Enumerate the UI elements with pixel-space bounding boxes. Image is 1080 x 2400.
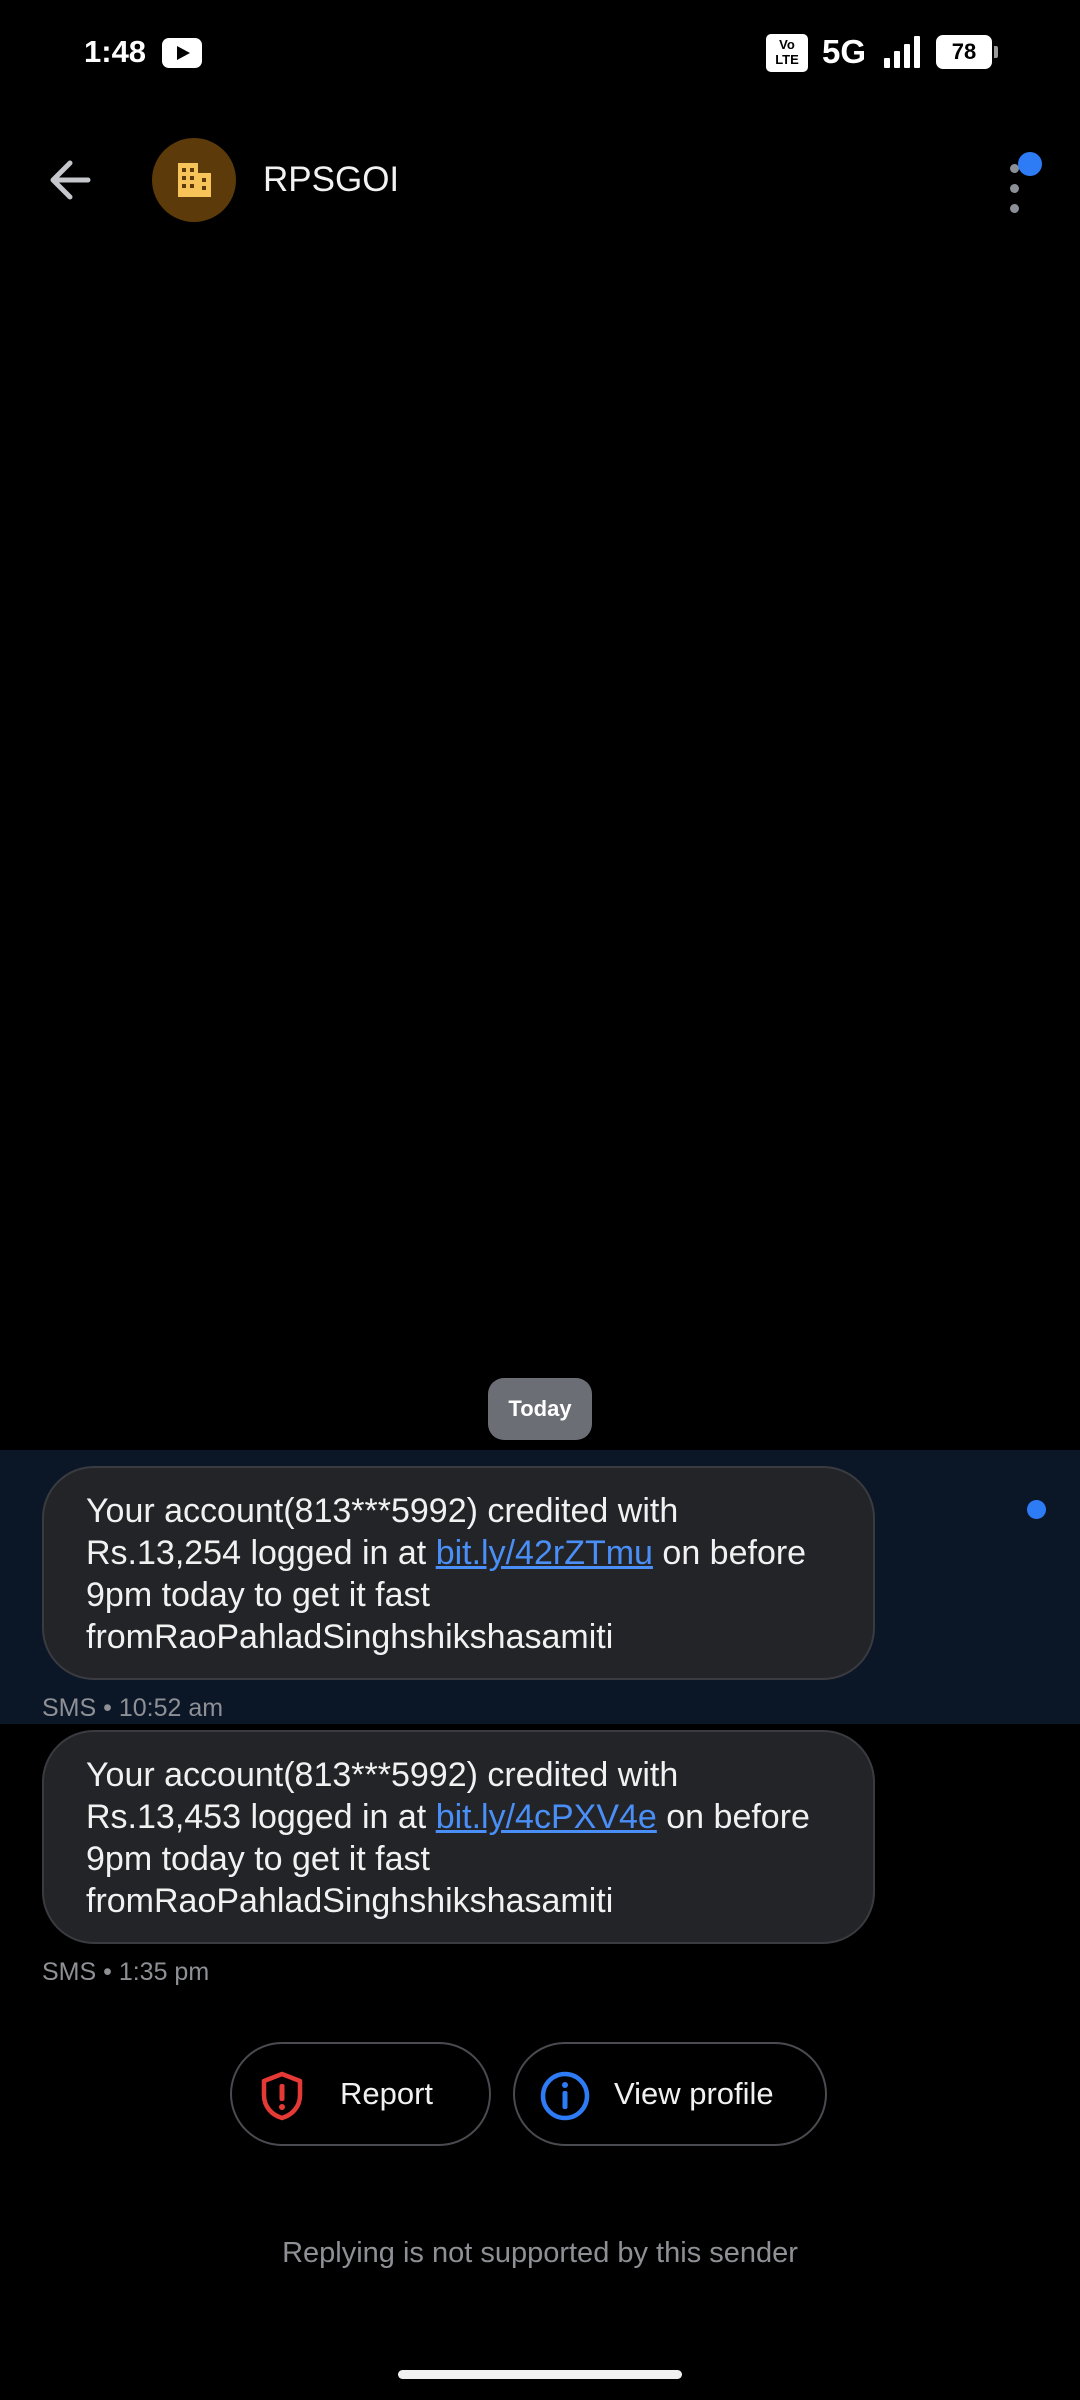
message-link[interactable]: bit.ly/4cPXV4e (436, 1798, 657, 1836)
building-icon (178, 163, 211, 197)
more-vert-dot (1010, 204, 1019, 213)
notification-badge (1018, 152, 1042, 176)
info-icon (540, 2071, 590, 2121)
home-indicator[interactable] (398, 2370, 682, 2379)
more-options-button[interactable] (996, 144, 1056, 218)
youtube-icon (162, 38, 202, 68)
date-divider: Today (488, 1378, 592, 1440)
message-meta: SMS • 10:52 am (42, 1694, 224, 1722)
message-link[interactable]: bit.ly/42rZTmu (436, 1534, 653, 1572)
volte-icon: Vo LTE (766, 34, 808, 72)
more-vert-dot (1010, 184, 1019, 193)
message-bubble[interactable]: Your account(813***5992) credited with R… (42, 1466, 875, 1680)
conversation-header: RPSGOI (0, 130, 1080, 230)
view-profile-label: View profile (614, 2076, 774, 2111)
network-type: 5G (822, 33, 867, 70)
status-bar: 1:48 Vo LTE 5G 78 (0, 0, 1080, 104)
signal-icon (884, 36, 924, 68)
sender-name[interactable]: RPSGOI (263, 158, 399, 202)
message-bubble[interactable]: Your account(813***5992) credited with R… (42, 1730, 875, 1944)
shield-alert-icon (261, 2071, 303, 2121)
status-time: 1:48 (84, 34, 147, 69)
message-meta: SMS • 1:35 pm (42, 1958, 210, 1986)
avatar[interactable] (152, 138, 236, 222)
report-button[interactable]: Report (230, 2042, 491, 2146)
battery-icon: 78 (936, 35, 998, 69)
reply-not-supported-note: Replying is not supported by this sender (282, 2237, 798, 2269)
unread-indicator (1027, 1500, 1046, 1519)
arrow-left-icon (50, 160, 91, 200)
back-button[interactable] (36, 150, 108, 210)
view-profile-button[interactable]: View profile (513, 2042, 827, 2146)
report-label: Report (340, 2076, 434, 2111)
